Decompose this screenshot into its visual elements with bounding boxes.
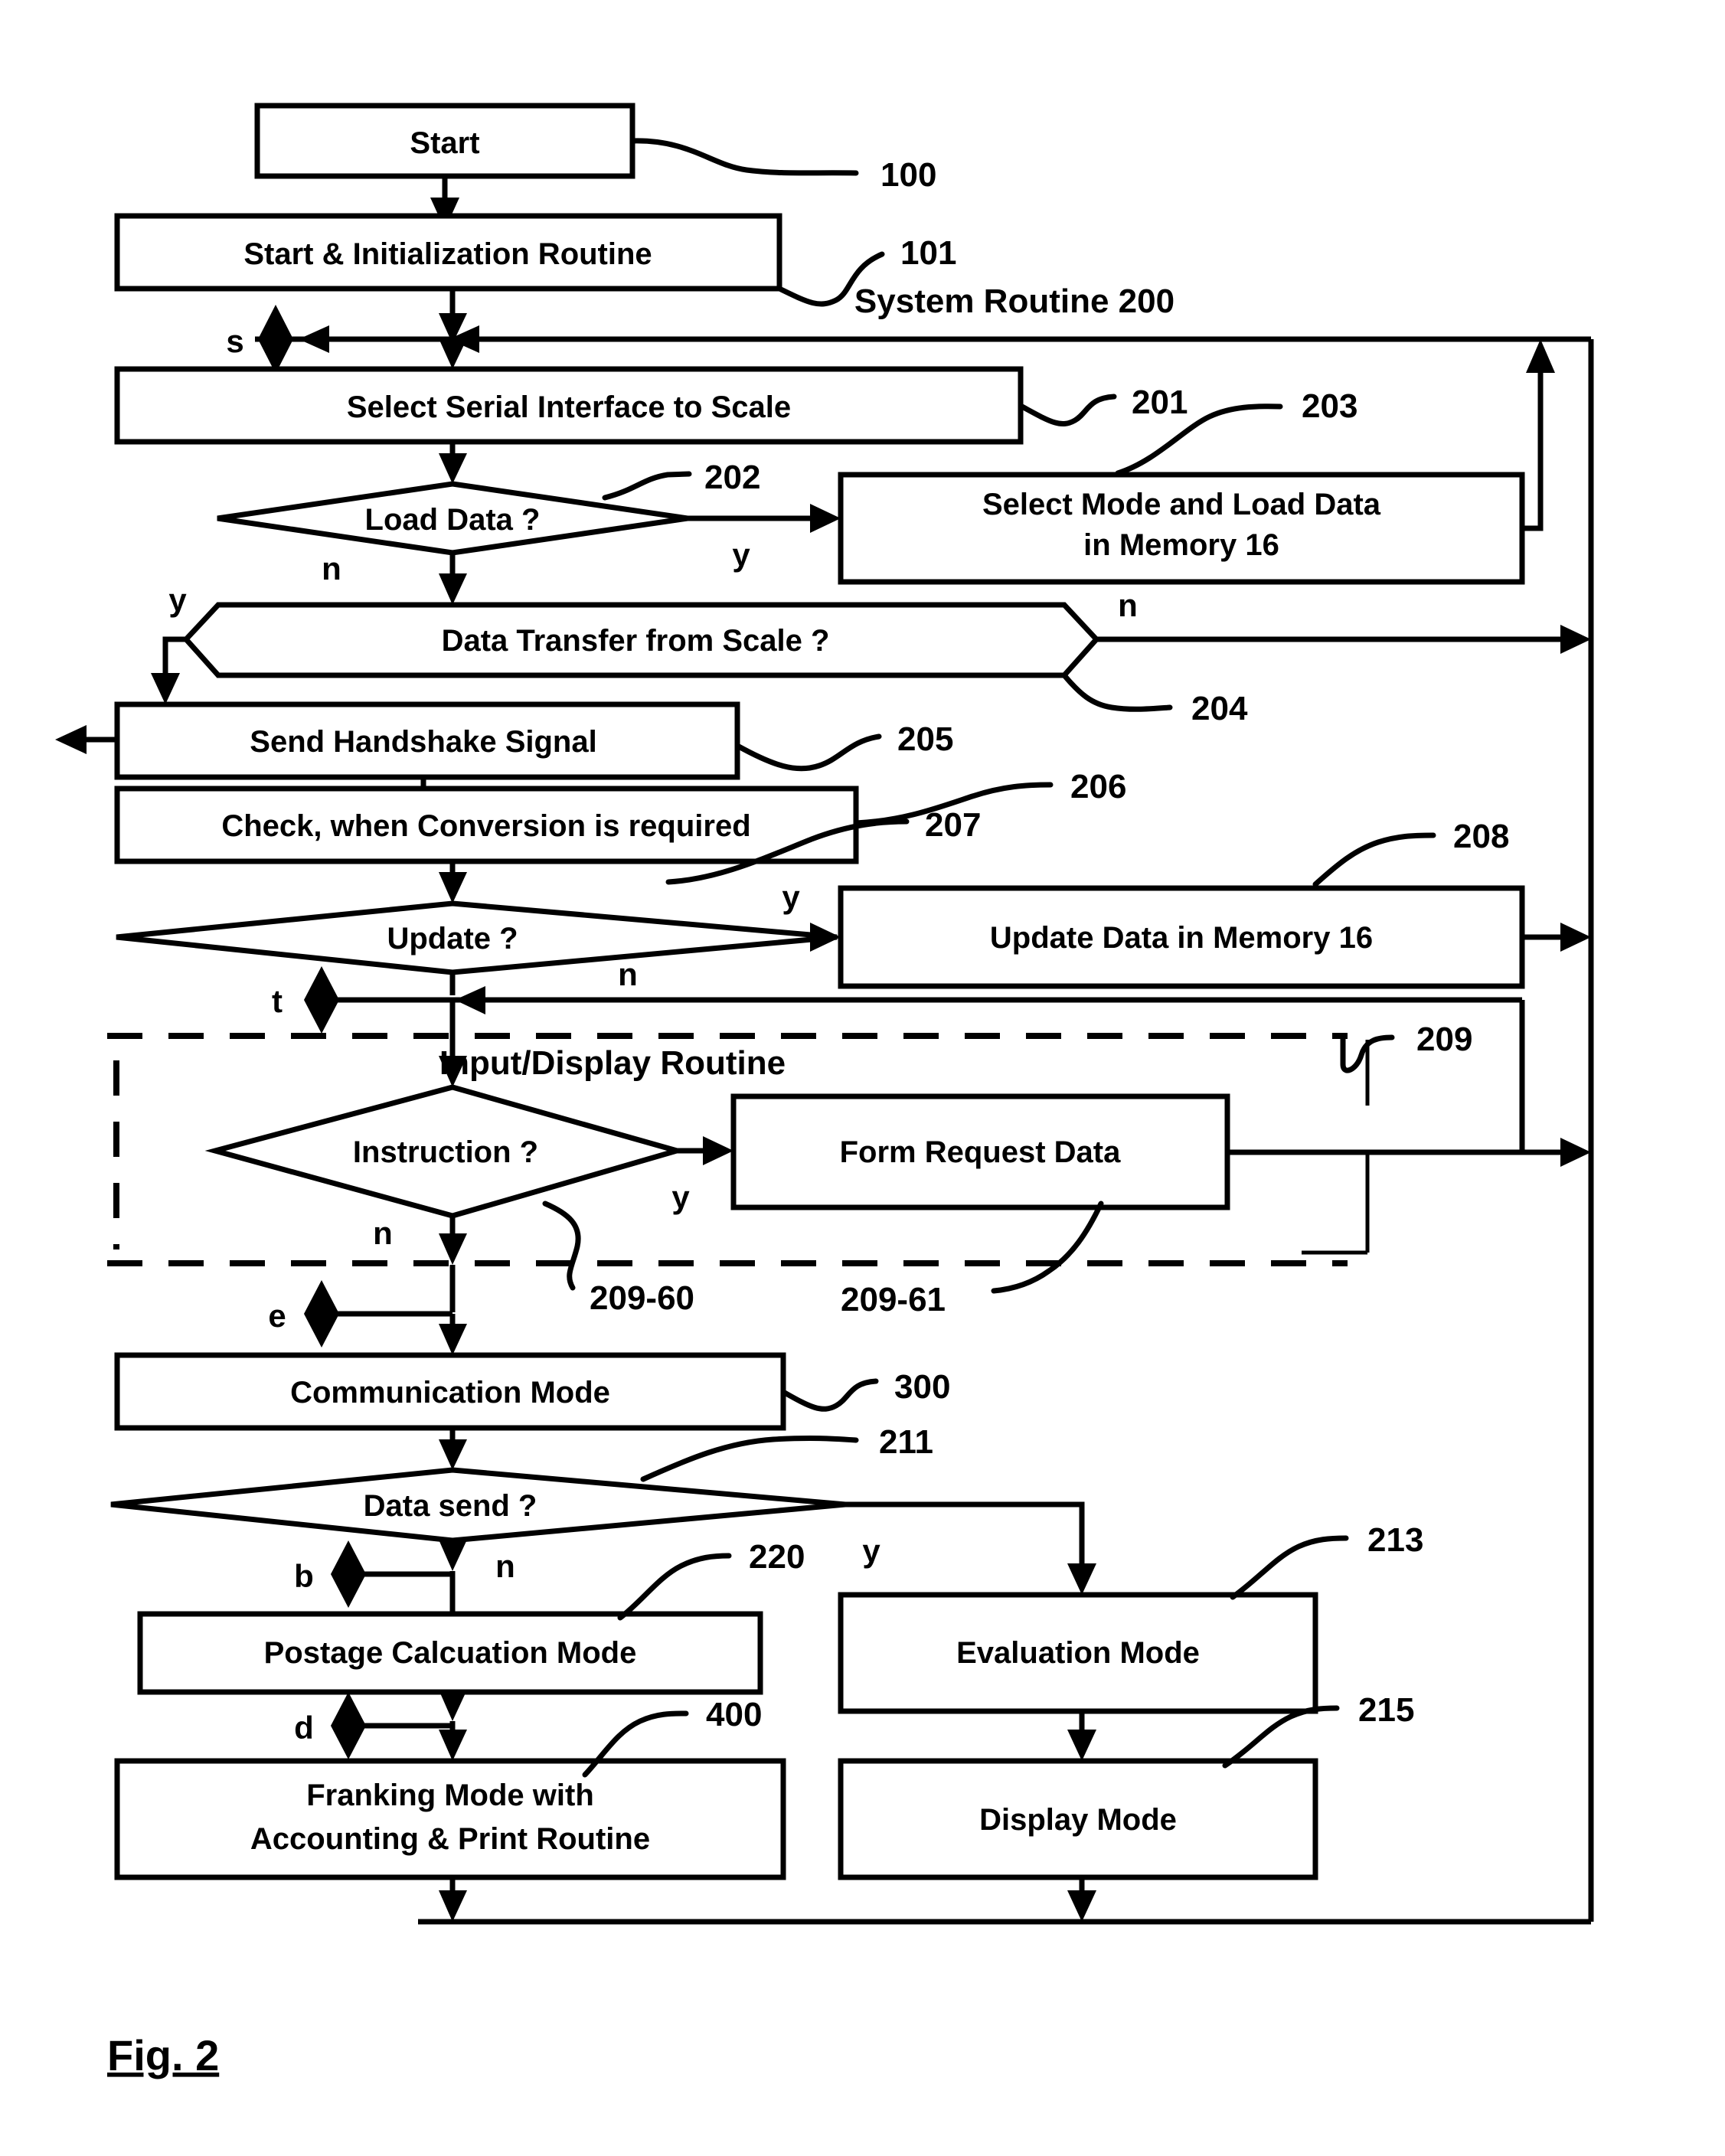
branch-update-no: n [618, 956, 638, 992]
connector-t: t [272, 966, 339, 1034]
connector-e-label: e [268, 1298, 286, 1334]
node-franking-line1: Franking Mode with [306, 1779, 594, 1812]
node-form-request-label: Form Request Data [840, 1135, 1121, 1169]
ref-209: 209 [1416, 1021, 1472, 1058]
node-instruction-label: Instruction ? [353, 1135, 538, 1169]
node-start-label: Start [410, 126, 479, 160]
node-display-label: Display Mode [979, 1803, 1177, 1837]
connector-t-label: t [272, 983, 283, 1019]
ref-207: 207 [925, 806, 981, 844]
t-junction-return [322, 986, 1525, 1018]
ref-202: 202 [704, 459, 760, 496]
ref-209-60: 209-60 [590, 1279, 694, 1317]
node-communication-label: Communication Mode [290, 1376, 610, 1410]
node-select-mode-line2: in Memory 16 [1083, 528, 1279, 562]
node-select-serial-label: Select Serial Interface to Scale [347, 390, 791, 424]
ref-204: 204 [1191, 690, 1248, 727]
node-load-data-label: Load Data ? [365, 503, 541, 537]
node-data-transfer: Data Transfer from Scale ? [182, 602, 1100, 678]
figure-caption: Fig. 2 [107, 2031, 219, 2079]
connector-b-label: b [294, 1558, 314, 1594]
ref-215: 215 [1358, 1691, 1414, 1729]
branch-instruction-no: n [373, 1215, 393, 1251]
node-update-label: Update ? [387, 922, 518, 956]
ref-206: 206 [1070, 768, 1126, 805]
node-franking-line2: Accounting & Print Routine [250, 1822, 650, 1856]
node-check-conversion-label: Check, when Conversion is required [221, 809, 750, 843]
ref-220: 220 [749, 1538, 805, 1576]
input-display-routine-title: Input/Display Routine [439, 1044, 786, 1082]
ref-208: 208 [1453, 818, 1509, 855]
node-handshake-label: Send Handshake Signal [250, 725, 596, 759]
node-init-label: Start & Initialization Routine [243, 237, 652, 271]
node-select-mode-line1: Select Mode and Load Data [982, 488, 1381, 521]
branch-data-send-no: n [495, 1548, 515, 1584]
connector-s-label: s [226, 323, 243, 359]
connector-e: e [268, 1280, 452, 1348]
branch-data-transfer-yes: y [168, 582, 187, 618]
branch-update-yes: y [782, 879, 800, 915]
branch-load-data-yes: y [732, 537, 750, 573]
ref-203: 203 [1302, 387, 1357, 425]
ref-211: 211 [879, 1423, 933, 1461]
node-update-question: Update ? [116, 900, 838, 975]
node-postage-label: Postage Calcuation Mode [264, 1636, 637, 1670]
branch-instruction-yes: y [671, 1179, 690, 1215]
connector-d: d [294, 1692, 452, 1759]
node-update-mem-label: Update Data in Memory 16 [990, 921, 1373, 955]
node-data-transfer-label: Data Transfer from Scale ? [442, 624, 830, 658]
flowchart-figure: Start 100 Start & Initialization Routine… [0, 0, 1725, 2156]
branch-data-transfer-no: n [1118, 587, 1138, 623]
ref-300: 300 [894, 1368, 950, 1406]
ref-201: 201 [1132, 384, 1188, 421]
node-data-send-label: Data send ? [364, 1489, 537, 1523]
branch-data-send-yes: y [862, 1533, 880, 1569]
ref-400: 400 [706, 1696, 762, 1733]
node-evaluation-label: Evaluation Mode [956, 1636, 1200, 1670]
flowchart-canvas: Start 100 Start & Initialization Routine… [55, 103, 1594, 2079]
ref-101: 101 [900, 234, 956, 272]
ref-213: 213 [1367, 1521, 1423, 1559]
system-routine-title: System Routine 200 [854, 283, 1175, 320]
ref-209-61: 209-61 [841, 1281, 946, 1318]
branch-load-data-no: n [322, 550, 341, 586]
ref-100: 100 [880, 156, 936, 194]
connector-d-label: d [294, 1710, 314, 1746]
node-data-send-question: Data send ? [110, 1467, 846, 1544]
connector-b: b [294, 1540, 452, 1608]
node-instruction-question: Instruction ? [204, 1084, 687, 1219]
ref-205: 205 [897, 720, 953, 758]
connector-s: s [226, 305, 293, 374]
